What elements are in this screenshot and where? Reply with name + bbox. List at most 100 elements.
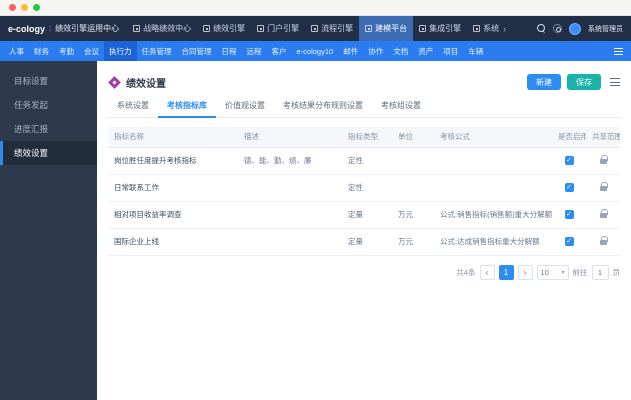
- page-title: 绩效设置: [126, 78, 166, 90]
- main-content: 绩效设置 新建 保存 系统设置 考核指标库 价值观设置 考核结果分布规则设置 考…: [97, 61, 631, 400]
- tab-values-setting[interactable]: 价值观设置: [216, 100, 274, 117]
- table-row[interactable]: 相对项目收益率调查 定量 万元 公式:销售指标(销售额)重大分解额: [108, 201, 620, 229]
- close-window-button[interactable]: [9, 4, 16, 11]
- page-size-value: 10: [540, 267, 549, 277]
- diamond-icon: [108, 75, 121, 89]
- module-item-ecology10[interactable]: e-cology10: [292, 41, 339, 61]
- col-header-type: 指标类型: [342, 127, 392, 148]
- prev-page-button[interactable]: ‹: [479, 264, 495, 280]
- page-size-select[interactable]: 10 ▾: [536, 264, 569, 280]
- indicator-unit: 万元: [392, 201, 434, 229]
- tab-system-settings[interactable]: 系统设置: [108, 100, 158, 117]
- indicator-type: 定量: [342, 228, 392, 256]
- topnav-item-performance-engine[interactable]: 绩效引擎: [197, 16, 251, 41]
- module-label: 资产: [418, 46, 434, 56]
- indicator-unit: [392, 174, 434, 202]
- enabled-checkbox[interactable]: [564, 156, 574, 166]
- module-label: 财务: [34, 46, 49, 56]
- topnav-item-label: 集成引擎: [429, 24, 462, 33]
- topnav-item-system[interactable]: 系统 ›: [467, 16, 512, 41]
- search-icon[interactable]: [537, 24, 546, 33]
- top-navbar: e-cology | 绩效引擎运用中心 战略绩效中心 绩效引擎 门户引擎 流程引…: [0, 16, 631, 41]
- module-label: 人事: [9, 46, 24, 56]
- topnav-item-modeling-platform[interactable]: 建模平台: [359, 16, 414, 41]
- enabled-cell: [552, 174, 586, 202]
- module-label: 客户: [271, 46, 287, 56]
- table-row[interactable]: 国际企业上线 定量 万元 公式:达成销售指标重大分解额: [108, 228, 620, 256]
- indicator-desc: 德、能、勤、绩、廉: [238, 147, 342, 175]
- enabled-checkbox[interactable]: [564, 183, 574, 193]
- list-view-icon[interactable]: [610, 78, 620, 86]
- new-button[interactable]: 新建: [527, 74, 561, 90]
- zoom-window-button[interactable]: [33, 4, 40, 11]
- save-button[interactable]: 保存: [567, 74, 601, 90]
- sidebar: 目标设置 任务发起 进度汇报 绩效设置: [0, 61, 97, 400]
- grid-icon: [365, 25, 373, 32]
- chevron-down-icon: ▾: [561, 269, 565, 276]
- topnav-item-portal-engine[interactable]: 门户引擎: [251, 16, 305, 41]
- topnav-item-strategy-performance[interactable]: 战略绩效中心: [127, 16, 197, 41]
- avatar[interactable]: [569, 22, 581, 35]
- sidebar-item-progress-report[interactable]: 进度汇报: [0, 117, 97, 141]
- sidebar-item-goal-setting[interactable]: 目标设置: [0, 69, 97, 93]
- lock-icon: [599, 209, 608, 218]
- next-page-button[interactable]: ›: [517, 264, 533, 280]
- goto-page-input[interactable]: [591, 264, 609, 280]
- module-item-finance[interactable]: 财务: [29, 41, 54, 61]
- indicator-formula: 公式:销售指标(销售额)重大分解额: [434, 201, 552, 229]
- module-item-remote[interactable]: 远程: [242, 41, 267, 61]
- module-item-execution[interactable]: 执行力: [104, 41, 137, 61]
- module-item-meeting[interactable]: 会议: [79, 41, 104, 61]
- col-header-unit: 单位: [392, 127, 434, 148]
- table-row[interactable]: 日常联系工作 定性: [108, 174, 620, 202]
- grid-icon: [257, 25, 265, 32]
- enabled-checkbox[interactable]: [564, 237, 574, 247]
- gear-icon[interactable]: [553, 24, 562, 33]
- module-item-vehicle[interactable]: 车辆: [463, 41, 488, 61]
- enabled-checkbox[interactable]: [564, 210, 574, 220]
- module-item-contract[interactable]: 合同管理: [177, 41, 217, 61]
- module-label: e-cology10: [296, 46, 334, 56]
- topnav-item-workflow-engine[interactable]: 流程引擎: [305, 16, 359, 41]
- module-label: 日程: [221, 46, 237, 56]
- module-item-task[interactable]: 任务管理: [137, 41, 177, 61]
- user-name[interactable]: 系统管理员: [588, 24, 623, 34]
- chevron-right-icon: ›: [503, 23, 507, 34]
- minimize-window-button[interactable]: [21, 4, 28, 11]
- brand-divider: |: [49, 24, 52, 33]
- module-label: 文档: [393, 46, 409, 56]
- module-item-schedule[interactable]: 日程: [217, 41, 242, 61]
- grid-icon: [311, 25, 319, 32]
- module-item-document[interactable]: 文档: [388, 41, 413, 61]
- tab-indicator-library[interactable]: 考核指标库: [158, 100, 216, 118]
- topnav-item-integration-engine[interactable]: 集成引擎: [413, 16, 467, 41]
- indicator-name: 国际企业上线: [108, 228, 238, 256]
- sidebar-item-task-launch[interactable]: 任务发起: [0, 93, 97, 117]
- indicator-unit: 万元: [392, 228, 434, 256]
- module-item-hr[interactable]: 人事: [4, 41, 29, 61]
- module-item-customer[interactable]: 客户: [267, 41, 292, 61]
- module-label: 任务管理: [141, 46, 172, 56]
- tab-result-distribution-rules[interactable]: 考核结果分布规则设置: [274, 100, 372, 117]
- window-titlebar: [0, 0, 631, 16]
- brand-logo: e-cology: [8, 23, 46, 34]
- module-label: 执行力: [109, 46, 132, 56]
- sidebar-item-label: 进度汇报: [14, 124, 49, 134]
- indicator-formula: [434, 174, 552, 202]
- module-item-project[interactable]: 项目: [438, 41, 463, 61]
- page-number-button[interactable]: 1: [498, 264, 514, 280]
- module-item-attendance[interactable]: 考勤: [54, 41, 79, 61]
- topnav-items: 战略绩效中心 绩效引擎 门户引擎 流程引擎 建模平台 集成引擎 系统 ›: [127, 16, 512, 41]
- module-item-collab[interactable]: 协作: [363, 41, 388, 61]
- tab-assessment-group[interactable]: 考核组设置: [372, 100, 430, 117]
- app-window: e-cology | 绩效引擎运用中心 战略绩效中心 绩效引擎 门户引擎 流程引…: [0, 0, 631, 400]
- col-header-formula: 考核公式: [434, 127, 552, 148]
- table-row[interactable]: 岗位胜任度提升考核指标 德、能、勤、绩、廉 定性: [108, 147, 620, 175]
- lock-icon: [599, 155, 608, 164]
- module-item-mail[interactable]: 邮件: [338, 41, 363, 61]
- hamburger-menu-icon[interactable]: [614, 47, 623, 55]
- indicator-name: 日常联系工作: [108, 174, 238, 202]
- sidebar-item-label: 绩效设置: [14, 148, 49, 158]
- sidebar-item-performance-setting[interactable]: 绩效设置: [0, 141, 97, 165]
- module-item-asset[interactable]: 资产: [413, 41, 438, 61]
